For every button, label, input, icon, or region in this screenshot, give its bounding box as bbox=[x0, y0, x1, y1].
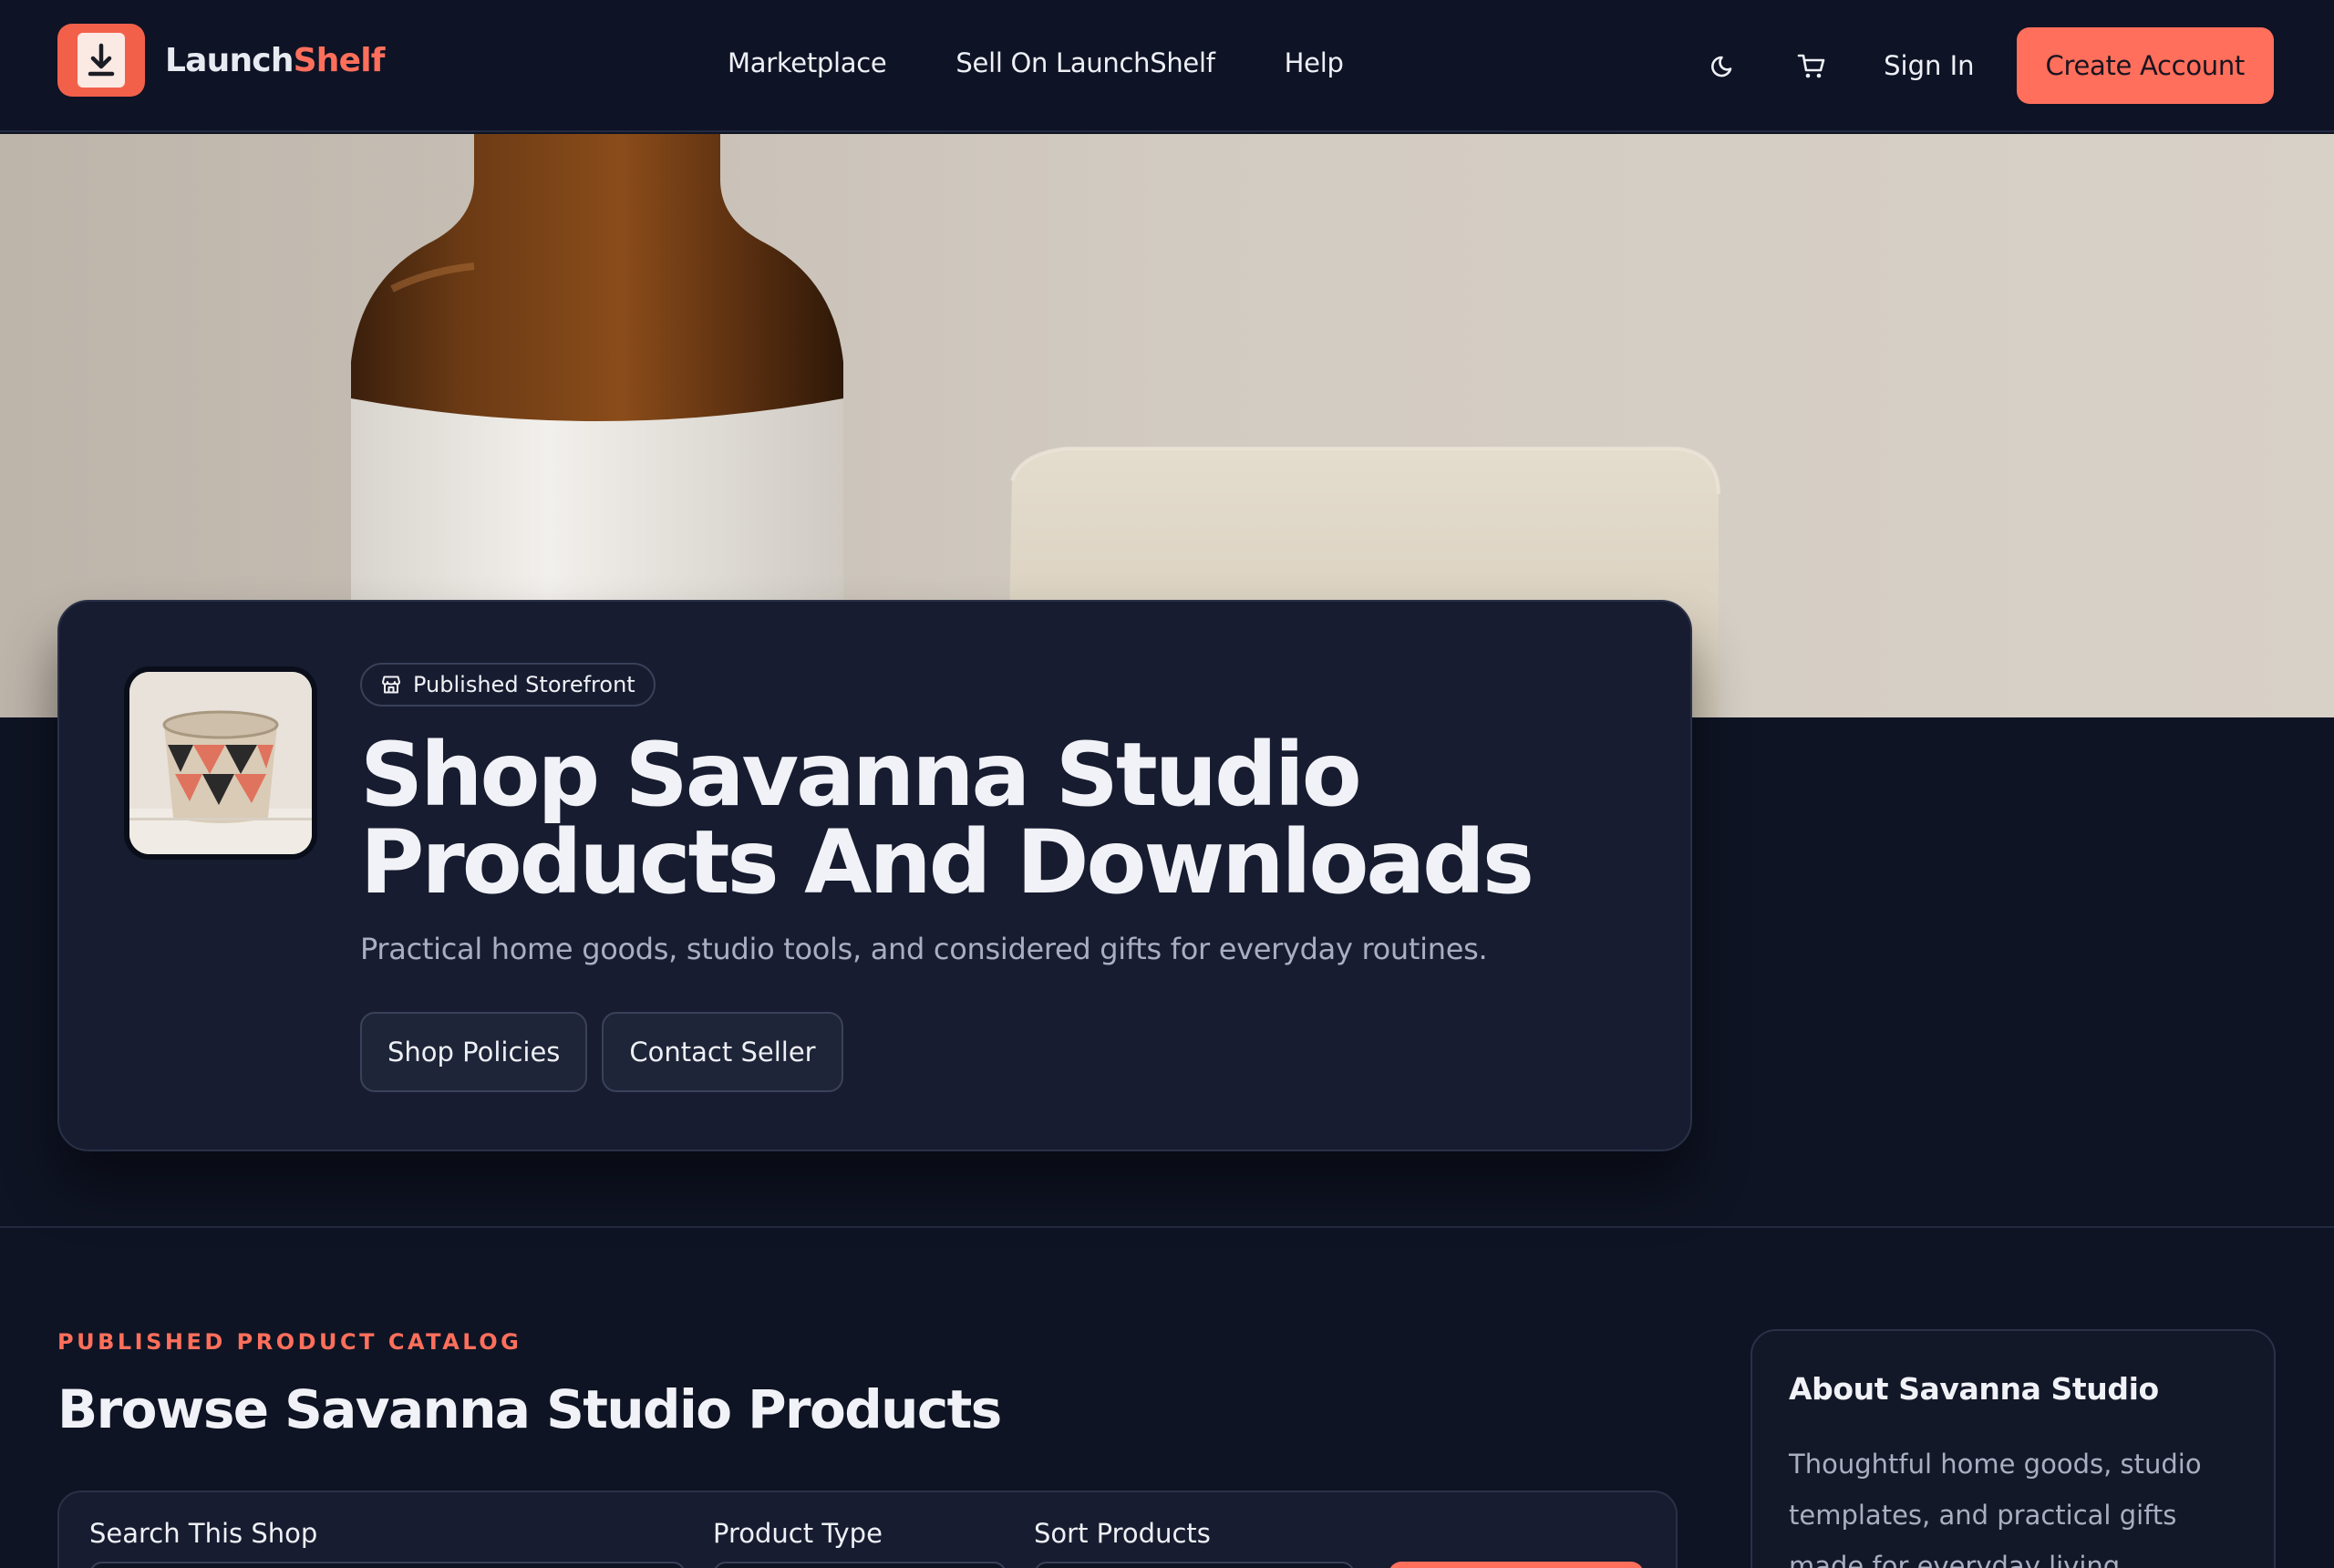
primary-nav: Marketplace Sell On LaunchShelf Help bbox=[728, 47, 1344, 78]
sort-products-select[interactable] bbox=[1034, 1562, 1355, 1568]
store-subtitle: Practical home goods, studio tools, and … bbox=[360, 932, 1488, 966]
storefront-icon bbox=[382, 676, 400, 694]
top-navbar: LaunchShelf Marketplace Sell On LaunchSh… bbox=[0, 0, 2334, 132]
theme-toggle-button[interactable] bbox=[1701, 43, 1747, 88]
search-shop-input[interactable] bbox=[89, 1562, 686, 1568]
published-storefront-badge: Published Storefront bbox=[360, 663, 656, 707]
badge-label: Published Storefront bbox=[413, 672, 635, 697]
contact-seller-button[interactable]: Contact Seller bbox=[602, 1012, 843, 1092]
about-text: Thoughtful home goods, studio templates,… bbox=[1789, 1449, 2202, 1568]
store-avatar bbox=[124, 666, 317, 860]
catalog-filter-panel: Search This Shop Product Type Sort Produ… bbox=[57, 1491, 1678, 1568]
nav-actions: Sign In Create Account bbox=[1701, 27, 2274, 104]
store-header-card: Published Storefront Shop Savanna Studio… bbox=[57, 600, 1692, 1151]
brand-name-accent: Shelf bbox=[293, 41, 386, 79]
moon-icon bbox=[1711, 56, 1732, 77]
brand-home-link[interactable]: LaunchShelf bbox=[57, 24, 385, 97]
cart-icon bbox=[1797, 54, 1825, 78]
store-title: Shop Savanna Studio Products And Downloa… bbox=[360, 724, 1534, 913]
cart-button[interactable] bbox=[1789, 43, 1834, 88]
nav-link-marketplace[interactable]: Marketplace bbox=[728, 47, 887, 78]
apply-filters-button[interactable] bbox=[1389, 1562, 1644, 1568]
sign-in-link[interactable]: Sign In bbox=[1884, 50, 1974, 81]
section-divider bbox=[0, 1226, 2334, 1228]
download-logo-icon bbox=[57, 24, 145, 97]
about-shop-card: About Savanna Studio Thoughtful home goo… bbox=[1750, 1329, 2276, 1568]
catalog-title: Browse Savanna Studio Products bbox=[57, 1378, 1002, 1440]
catalog-eyebrow: PUBLISHED PRODUCT CATALOG bbox=[57, 1329, 522, 1355]
basket-image bbox=[129, 672, 312, 854]
product-type-select[interactable] bbox=[713, 1562, 1007, 1568]
brand-name-prefix: Launch bbox=[165, 41, 294, 79]
nav-link-sell[interactable]: Sell On LaunchShelf bbox=[955, 47, 1215, 78]
sort-products-label: Sort Products bbox=[1034, 1518, 1211, 1549]
store-actions: Shop Policies Contact Seller bbox=[360, 1012, 843, 1092]
search-shop-label: Search This Shop bbox=[89, 1518, 318, 1549]
about-title: About Savanna Studio bbox=[1789, 1371, 2159, 1407]
product-type-label: Product Type bbox=[713, 1518, 883, 1549]
create-account-button[interactable]: Create Account bbox=[2016, 27, 2274, 104]
shop-policies-button[interactable]: Shop Policies bbox=[360, 1012, 588, 1092]
nav-link-help[interactable]: Help bbox=[1285, 47, 1344, 78]
brand-name: LaunchShelf bbox=[165, 42, 385, 79]
